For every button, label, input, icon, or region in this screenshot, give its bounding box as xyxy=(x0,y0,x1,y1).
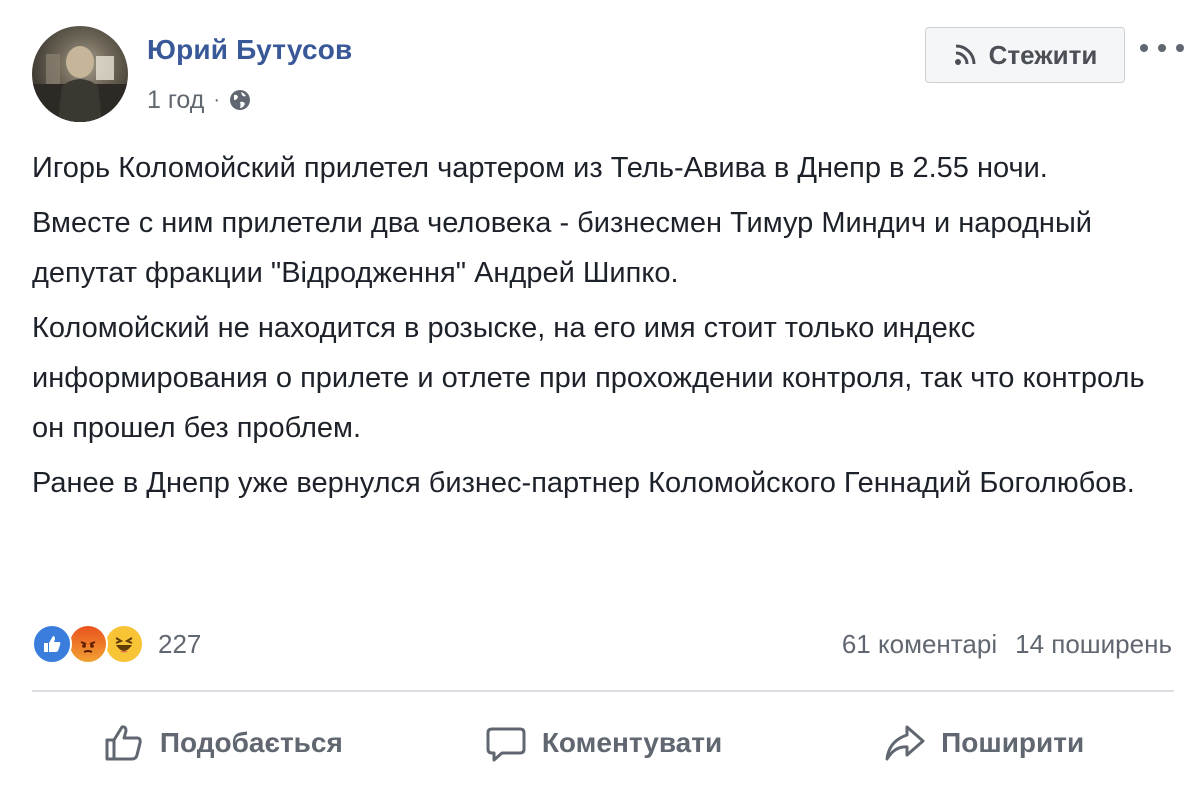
author-name[interactable]: Юрий Бутусов xyxy=(147,34,352,66)
like-label: Подобається xyxy=(159,727,343,758)
rss-icon xyxy=(954,44,976,65)
divider xyxy=(32,690,1174,692)
more-dot xyxy=(1158,44,1166,52)
like-button[interactable]: Подобається xyxy=(32,721,413,765)
engagement-stats: 61 коментарі 14 поширень xyxy=(842,624,1172,664)
comment-button[interactable]: Коментувати xyxy=(413,721,794,765)
post-time[interactable]: 1 год xyxy=(147,86,204,115)
post-actions: Подобається Коментувати Поширити xyxy=(32,712,1174,774)
like-reaction-icon xyxy=(32,624,72,664)
more-dot xyxy=(1176,44,1184,52)
post-paragraph: Вместе с ним прилетели два человека - би… xyxy=(32,207,1092,289)
comment-label: Коментувати xyxy=(541,727,723,758)
more-options-icon[interactable] xyxy=(1140,36,1184,60)
globe-icon[interactable] xyxy=(229,89,251,111)
comment-icon xyxy=(486,727,526,762)
post-text: Игорь Коломойский прилетел чартером из Т… xyxy=(32,143,1177,513)
post-paragraph: Коломойский не находится в розыске, на е… xyxy=(32,312,1145,444)
reaction-count: 227 xyxy=(158,628,202,659)
follow-button[interactable]: Стежити xyxy=(925,27,1125,83)
share-arrow-icon xyxy=(885,725,925,761)
post-paragraph: Ранее в Днепр уже вернулся бизнес-партне… xyxy=(32,467,1135,499)
post-paragraph: Игорь Коломойский прилетел чартером из Т… xyxy=(32,152,1048,184)
comments-count[interactable]: 61 коментарі xyxy=(842,629,997,660)
more-dot xyxy=(1140,44,1148,52)
haha-reaction-icon xyxy=(104,624,144,664)
angry-reaction-icon xyxy=(68,624,108,664)
meta-separator: · xyxy=(213,88,221,111)
share-button[interactable]: Поширити xyxy=(793,721,1174,765)
thumbs-up-icon xyxy=(105,725,142,761)
reactions-summary[interactable]: 227 xyxy=(32,624,201,664)
post-meta: 1 год · xyxy=(147,84,251,116)
follow-label: Стежити xyxy=(988,39,1098,70)
avatar[interactable] xyxy=(32,26,128,122)
share-label: Поширити xyxy=(941,727,1085,758)
shares-count[interactable]: 14 поширень xyxy=(1015,629,1172,660)
